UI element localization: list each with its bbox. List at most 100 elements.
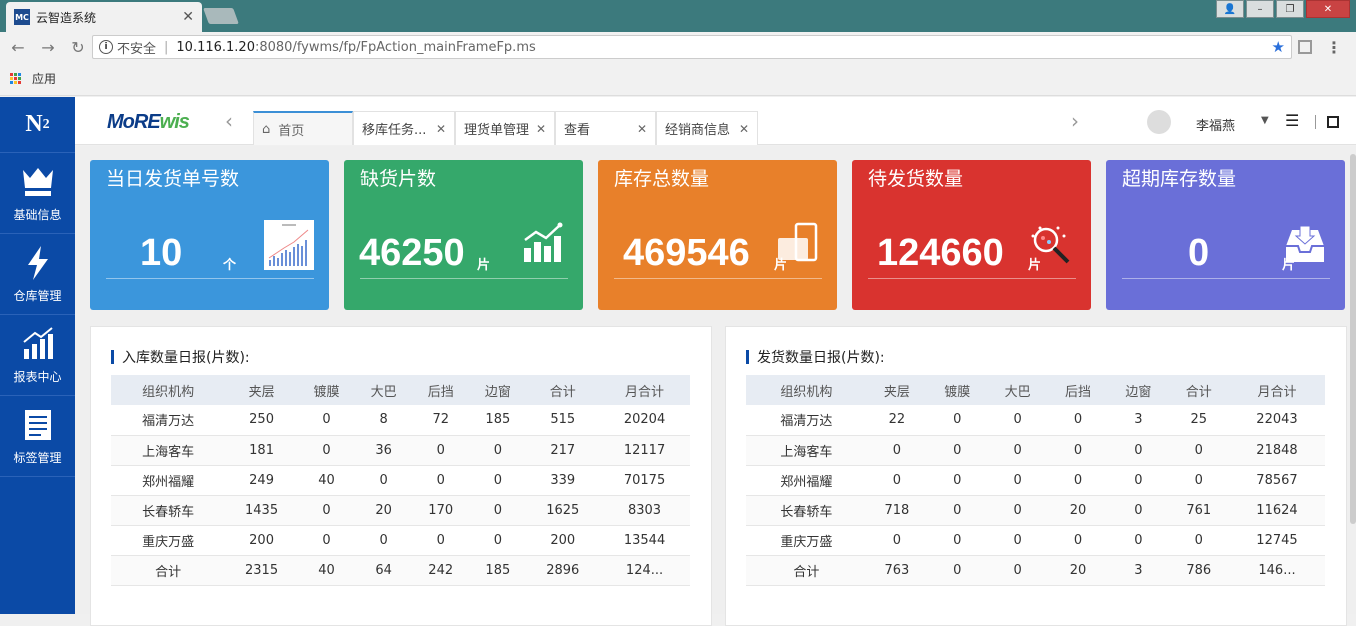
table-cell: 786: [1168, 555, 1229, 586]
bookmark-apps[interactable]: 应用: [32, 70, 56, 87]
table-cell: 185: [469, 405, 527, 436]
table-row: 上海客车 181 0 36 0 0 217 12117: [111, 435, 690, 466]
table-cell: 0: [1108, 435, 1169, 466]
tabs-prev-icon[interactable]: ‹: [225, 109, 233, 133]
card-divider: [614, 278, 822, 279]
tab-dealer-info[interactable]: 经销商信息 ✕: [656, 111, 758, 145]
sidebar-logo: N2: [0, 97, 75, 153]
avatar[interactable]: [1147, 110, 1171, 134]
card-unit: 片: [477, 258, 491, 273]
table-cell: 718: [866, 495, 928, 526]
table-cell: 761: [1168, 495, 1229, 526]
card-pending-shipment[interactable]: 待发货数量 124660 片: [852, 160, 1091, 310]
apps-grid-icon[interactable]: [10, 72, 22, 85]
table-cell: 0: [927, 435, 988, 466]
tab-label: 理货单管理: [464, 123, 530, 138]
caret-down-icon[interactable]: ▼: [1261, 115, 1269, 126]
card-daily-shipments[interactable]: 当日发货单号数 10 个: [90, 160, 329, 310]
browser-menu-icon[interactable]: ⋮: [1326, 38, 1342, 57]
card-value: 0: [1188, 232, 1210, 274]
table-cell: 13544: [599, 525, 690, 556]
column-header: 后挡: [1047, 375, 1109, 405]
table-cell: 12745: [1228, 525, 1325, 556]
magnifier-icon: [1028, 222, 1074, 272]
card-value: 124660: [877, 232, 1004, 274]
table-cell: 上海客车: [111, 435, 226, 466]
tab-tally-management[interactable]: 理货单管理 ✕: [455, 111, 555, 145]
table-cell: 0: [866, 465, 928, 496]
table-cell: 0: [1168, 465, 1229, 496]
fullscreen-icon[interactable]: [1327, 116, 1339, 128]
site-favicon-icon: MC: [14, 9, 30, 25]
table-cell: 0: [1108, 495, 1169, 526]
table-cell: 郑州福耀: [111, 465, 226, 496]
sidebar-item-reports[interactable]: 报表中心: [0, 315, 75, 396]
table-cell: 福清万达: [111, 405, 226, 436]
card-total-inventory[interactable]: 库存总数量 469546 片: [598, 160, 837, 310]
close-tab-icon[interactable]: ✕: [182, 9, 194, 25]
tabs-next-icon[interactable]: ›: [1071, 109, 1079, 133]
close-icon[interactable]: ✕: [430, 122, 446, 136]
panel-title: 发货数量日报(片数):: [746, 347, 885, 367]
window-controls: 👤 – ❐ ✕: [1214, 0, 1350, 18]
tab-home[interactable]: ⌂ 首页: [253, 111, 353, 145]
table-row: 福清万达 250 0 8 72 185 515 20204: [111, 405, 690, 436]
table-cell: 40: [297, 555, 356, 586]
forward-icon[interactable]: →: [36, 38, 60, 57]
table-cell: 0: [987, 495, 1048, 526]
user-name[interactable]: 李福燕: [1196, 115, 1235, 134]
sidebar-item-basic-info[interactable]: 基础信息: [0, 153, 75, 234]
minimize-icon[interactable]: –: [1246, 0, 1274, 18]
column-header: 月合计: [1228, 375, 1325, 405]
close-icon[interactable]: ✕: [733, 122, 749, 136]
outbound-table-body: 福清万达 22 0 0 0 3 25 22043 上海客车 0 0 0 0 0 0 21848 郑州福耀 0 0 0 0…: [746, 405, 1325, 586]
close-icon[interactable]: ✕: [631, 122, 647, 136]
bookmark-star-icon[interactable]: ★: [1272, 38, 1285, 56]
close-window-icon[interactable]: ✕: [1306, 0, 1350, 18]
url-input[interactable]: i 不安全 | 10.116.1.20 :8080/fywms/fp/FpAct…: [92, 35, 1292, 59]
tab-transfer-task[interactable]: 移库任务... ✕: [353, 111, 455, 145]
card-title: 库存总数量: [614, 168, 710, 190]
table-cell: 242: [412, 555, 470, 586]
restore-icon[interactable]: ❐: [1276, 0, 1304, 18]
table-cell: 22043: [1228, 405, 1325, 436]
table-cell: 20: [355, 495, 413, 526]
table-cell: 25: [1168, 405, 1229, 436]
card-overdue-inventory[interactable]: 超期库存数量 0 片: [1106, 160, 1345, 310]
user-profile-icon[interactable]: 👤: [1216, 0, 1244, 18]
bar-chart-icon: [20, 326, 56, 362]
inbound-report-panel: 入库数量日报(片数): 组织机构 夹层 镀膜 大巴 后挡 边窗 合计 月合计 福…: [90, 326, 712, 626]
logo-subscript: 2: [42, 116, 50, 132]
table-cell: 8303: [599, 495, 690, 526]
browser-tab[interactable]: MC 云智造系统 ✕: [6, 2, 202, 32]
column-header: 边窗: [1108, 375, 1169, 405]
extension-icon[interactable]: [1298, 40, 1312, 54]
sidebar-item-labels[interactable]: 标签管理: [0, 396, 75, 477]
tab-view[interactable]: 查看 ✕: [555, 111, 656, 145]
table-cell: 11624: [1228, 495, 1325, 526]
table-cell: 0: [469, 495, 527, 526]
card-shortage-count[interactable]: 缺货片数 46250 片: [344, 160, 583, 310]
close-icon[interactable]: ✕: [530, 122, 546, 136]
table-cell: 200: [526, 525, 600, 556]
column-header: 大巴: [987, 375, 1048, 405]
new-tab-button[interactable]: [203, 8, 239, 24]
browser-titlebar: MC 云智造系统 ✕ 👤 – ❐ ✕: [0, 0, 1356, 32]
card-divider: [868, 278, 1076, 279]
reload-icon[interactable]: ↻: [66, 38, 90, 57]
table-cell: 合计: [746, 555, 867, 586]
table-cell: 170: [412, 495, 470, 526]
scrollbar[interactable]: [1350, 154, 1356, 524]
card-divider: [106, 278, 314, 279]
table-cell: 0: [987, 555, 1048, 586]
back-icon[interactable]: ←: [6, 38, 30, 57]
table-cell: 0: [866, 435, 928, 466]
table-cell: 3: [1108, 555, 1169, 586]
card-divider: [1122, 278, 1330, 279]
card-divider: [360, 278, 568, 279]
sidebar-item-warehouse[interactable]: 仓库管理: [0, 234, 75, 315]
info-icon[interactable]: i: [99, 40, 113, 54]
hamburger-menu-icon[interactable]: ☰: [1285, 111, 1299, 130]
table-cell: 长春轿车: [746, 495, 867, 526]
table-row: 合计 763 0 0 20 3 786 146...: [746, 555, 1325, 586]
